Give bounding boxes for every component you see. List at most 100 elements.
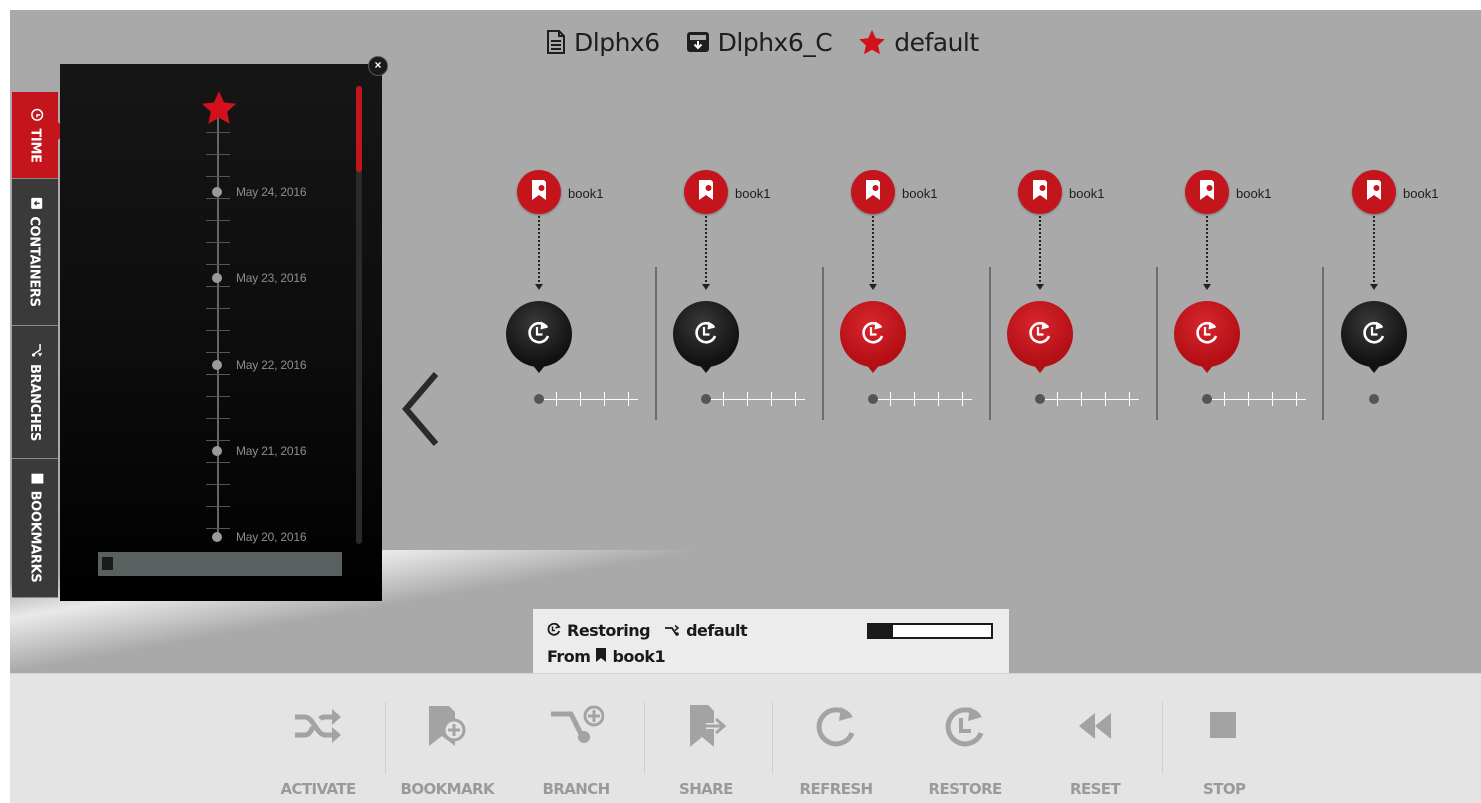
snapshot-card: book1: [1168, 170, 1328, 430]
bookmark-connector: [1206, 216, 1208, 286]
snapshot-restore-pin[interactable]: [506, 301, 572, 367]
date-dot: [212, 532, 222, 542]
restore-progress-bar: [867, 623, 993, 639]
timeline-tick: [206, 330, 230, 331]
snapshot-base-tick: [723, 392, 724, 406]
bookmark-label: book1: [1069, 186, 1105, 201]
crumb-container[interactable]: Dlphx6_C: [686, 28, 833, 57]
snapshot-point[interactable]: [1202, 394, 1212, 404]
stop-icon: [1194, 704, 1254, 748]
snapshot-base-line: [711, 399, 805, 400]
tab-branches-label: BRANCHES: [27, 363, 43, 442]
chevron-left-icon[interactable]: [398, 370, 446, 453]
bookmark-pin[interactable]: [1018, 170, 1062, 214]
bookmark-pin[interactable]: [1185, 170, 1229, 214]
snapshot-card: book1: [1335, 170, 1481, 430]
date-dot: [212, 446, 222, 456]
breadcrumb: Dlphx6 Dlphx6_C default: [546, 24, 979, 60]
panel-scrollbar[interactable]: [356, 86, 362, 544]
snapshot-point[interactable]: [1369, 394, 1379, 404]
restore-icon: [1361, 319, 1387, 350]
close-icon[interactable]: ×: [368, 56, 388, 76]
snapshot-restore-pin[interactable]: [1341, 301, 1407, 367]
restore-icon: [935, 704, 995, 748]
bookmark-pin[interactable]: [851, 170, 895, 214]
restore-icon: [860, 319, 886, 350]
timeline-tick: [206, 132, 230, 133]
date-row[interactable]: May 21, 2016: [212, 444, 307, 458]
restore-icon: [1027, 319, 1053, 350]
timeline-tick: [206, 286, 230, 287]
refresh-button[interactable]: REFRESH: [776, 674, 896, 803]
snapshot-base-tick: [628, 392, 629, 406]
panel-scrollbar-thumb[interactable]: [356, 86, 362, 172]
snapshot-base-tick: [1224, 392, 1225, 406]
date-label: May 24, 2016: [236, 185, 307, 199]
share-button[interactable]: SHARE: [646, 674, 766, 803]
snapshot-base-tick: [890, 392, 891, 406]
bookmark-connector: [872, 216, 874, 286]
snapshot-restore-pin[interactable]: [840, 301, 906, 367]
status-bookmark-text: book1: [612, 647, 666, 666]
snapshot-base-tick: [1129, 392, 1130, 406]
status-branch-text: default: [686, 621, 748, 640]
date-dot: [212, 360, 222, 370]
date-row[interactable]: May 22, 2016: [212, 358, 307, 372]
date-row[interactable]: May 23, 2016: [212, 271, 307, 285]
bookmark-icon: [530, 179, 548, 206]
tab-bookmarks[interactable]: BOOKMARKS: [12, 459, 58, 598]
status-action-text: Restoring: [567, 621, 651, 640]
timeline-tick: [206, 418, 230, 419]
bookmark-icon: [1198, 179, 1216, 206]
activate-button[interactable]: ACTIVATE: [258, 674, 378, 803]
bookmark-connector: [1373, 216, 1375, 286]
snapshot-restore-pin[interactable]: [673, 301, 739, 367]
snapshot-restore-pin[interactable]: [1007, 301, 1073, 367]
date-row[interactable]: May 20, 2016: [212, 530, 307, 544]
snapshot-base-line: [1045, 399, 1139, 400]
bookmark-pin[interactable]: [684, 170, 728, 214]
stop-button[interactable]: STOP: [1164, 674, 1284, 803]
snapshot-card: book1: [500, 170, 660, 430]
snapshot-point[interactable]: [1035, 394, 1045, 404]
status-box: Restoring default From book1: [533, 609, 1009, 673]
restore-button[interactable]: RESTORE: [905, 674, 1025, 803]
tab-branches[interactable]: BRANCHES: [12, 326, 58, 459]
timeline-axis: [217, 118, 219, 538]
snapshot-base-tick: [795, 392, 796, 406]
bookmark-pin[interactable]: [517, 170, 561, 214]
bookmark-label: book1: [902, 186, 938, 201]
bookmark-connector: [705, 216, 707, 286]
crumb-dataset[interactable]: Dlphx6: [546, 28, 660, 57]
bookmark-pin[interactable]: [1352, 170, 1396, 214]
bookmark-icon: [1365, 179, 1383, 206]
restore-progress-fill: [869, 625, 894, 637]
snapshot-base-tick: [604, 392, 605, 406]
snapshot-base-tick: [1248, 392, 1249, 406]
date-row[interactable]: May 24, 2016: [212, 185, 307, 199]
connector-arrow: [702, 284, 710, 290]
snapshot-base-tick: [556, 392, 557, 406]
status-line-source: From book1: [547, 647, 666, 666]
snapshot-point[interactable]: [534, 394, 544, 404]
snapshot-restore-pin[interactable]: [1174, 301, 1240, 367]
tab-containers[interactable]: CONTAINERS: [12, 179, 58, 326]
crumb-branch[interactable]: default: [858, 28, 979, 57]
timeline-tick: [206, 352, 230, 353]
pin-tail: [1199, 363, 1215, 373]
timeline-tick: [206, 462, 230, 463]
branch-button[interactable]: BRANCH: [516, 674, 636, 803]
reset-button[interactable]: RESET: [1035, 674, 1155, 803]
pin-tail: [1366, 363, 1382, 373]
date-picker-field[interactable]: [98, 552, 342, 576]
snapshot-point[interactable]: [701, 394, 711, 404]
bookmark-label: BOOKMARK: [400, 780, 495, 798]
snapshot-point[interactable]: [868, 394, 878, 404]
timeline-tick: [206, 484, 230, 485]
status-line-action: Restoring default: [547, 621, 748, 640]
date-label: May 20, 2016: [236, 530, 307, 544]
bookmark-button[interactable]: BOOKMARK: [387, 674, 507, 803]
toolbar-separator: [644, 702, 645, 774]
tab-time[interactable]: TIME: [12, 92, 67, 179]
star-icon[interactable]: [200, 90, 238, 131]
